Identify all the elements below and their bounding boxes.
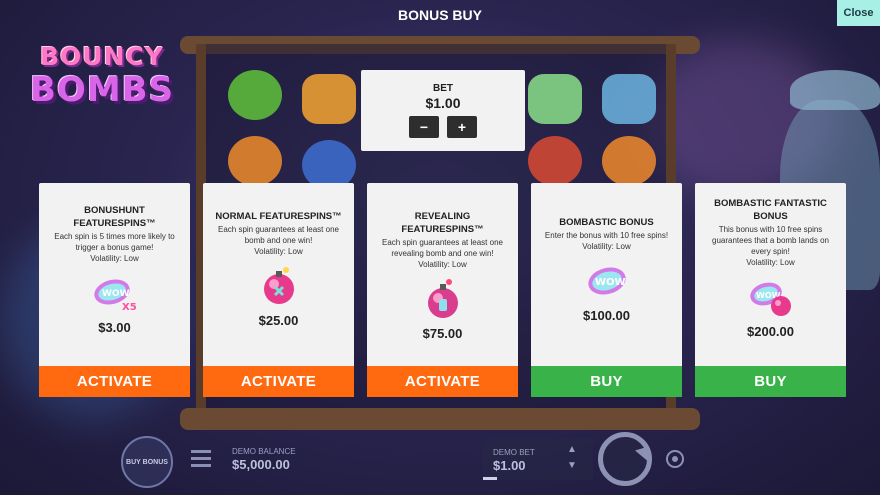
card-price: $3.00 (98, 320, 131, 335)
demo-bet-panel: DEMO BET $1.00 ▲ ▼ (483, 438, 593, 480)
wow-icon: WOW (584, 260, 630, 302)
card-volatility: Volatility: Low (582, 242, 631, 251)
buy-button-bombastic-fantastic[interactable]: BUY (695, 366, 846, 397)
bonus-card-normal: NORMAL FEATURESPINS™ Each spin guarantee… (203, 183, 354, 397)
bet-decrease-button[interactable]: − (409, 116, 439, 138)
bet-label: BET (433, 83, 453, 94)
demo-balance-value: $5,000.00 (232, 457, 290, 472)
game-logo: BOUNCY BOMBS (30, 40, 200, 112)
demo-bet-label: DEMO BET (493, 448, 535, 457)
chevron-up-icon[interactable]: ▲ (567, 444, 581, 456)
card-description: Each spin is 5 times more likely to trig… (54, 232, 175, 252)
bottom-control-bar: BUY BONUS DEMO BALANCE $5,000.00 DEMO BE… (0, 430, 880, 495)
logo-line2: BOMBS (30, 70, 175, 110)
card-description: Each spin guarantees at least one reveal… (382, 238, 503, 258)
menu-icon[interactable] (191, 450, 211, 468)
bonus-card-revealing: REVEALING FEATURESPINS™ Each spin guaran… (367, 183, 518, 397)
card-price: $200.00 (747, 324, 794, 339)
card-title: NORMAL FEATURESPINS™ (215, 211, 342, 222)
bonus-card-bonushunt: BONUSHUNT FEATURESPINS™ Each spin is 5 t… (39, 183, 190, 397)
revealing-bomb-icon (420, 278, 466, 320)
blue-jelly-symbol (602, 74, 656, 124)
svg-text:WOW: WOW (102, 289, 130, 299)
activate-button-normal[interactable]: ACTIVATE (203, 366, 354, 397)
card-volatility: Volatility: Low (746, 258, 795, 267)
red-fruit-symbol (528, 136, 582, 186)
wow-bomb-icon: WOW (748, 276, 794, 318)
card-title: REVEALING FEATURESPINS™ (401, 211, 484, 235)
bet-underline (483, 477, 497, 480)
card-description: Each spin guarantees at least one bomb a… (218, 225, 339, 245)
pink-bomb-icon (256, 265, 302, 307)
card-volatility: Volatility: Low (90, 254, 139, 263)
buy-bonus-button[interactable]: BUY BONUS (121, 436, 173, 488)
activate-button-bonushunt[interactable]: ACTIVATE (39, 366, 190, 397)
bet-value: $1.00 (425, 95, 461, 111)
autoplay-icon[interactable] (666, 450, 684, 468)
card-title: BONUSHUNT FEATURESPINS™ (73, 205, 156, 229)
svg-text:X5: X5 (122, 302, 137, 313)
demo-bet-value: $1.00 (493, 458, 526, 473)
activate-button-revealing[interactable]: ACTIVATE (367, 366, 518, 397)
orange-fruit-symbol (228, 136, 282, 186)
green-jelly-symbol (528, 74, 582, 124)
orange-fruit-symbol-2 (602, 136, 656, 186)
buy-button-bombastic[interactable]: BUY (531, 366, 682, 397)
card-price: $100.00 (583, 308, 630, 323)
card-title: BOMBASTIC FANTASTIC BONUS (714, 198, 827, 222)
close-button[interactable]: Close (837, 0, 880, 26)
svg-text:WOW: WOW (595, 277, 626, 288)
page-title: BONUS BUY (397, 7, 482, 23)
logo-line1: BOUNCY (40, 42, 164, 71)
card-description: Enter the bonus with 10 free spins! (544, 231, 669, 240)
bet-increase-button[interactable]: + (447, 116, 477, 138)
orange-jelly-symbol (302, 74, 356, 124)
chevron-down-icon[interactable]: ▼ (567, 460, 581, 472)
wow-x5-icon: WOW X5 (92, 272, 138, 314)
card-title: BOMBASTIC BONUS (559, 217, 654, 228)
bet-panel: BET $1.00 − + (361, 70, 525, 151)
bonus-card-bombastic-fantastic: BOMBASTIC FANTASTIC BONUS This bonus wit… (695, 183, 846, 397)
card-description: This bonus with 10 free spins guarantees… (712, 225, 829, 256)
card-price: $25.00 (258, 313, 299, 328)
green-fruit-symbol (228, 70, 282, 120)
card-volatility: Volatility: Low (254, 247, 303, 256)
spin-button[interactable] (598, 432, 652, 486)
wood-beam-bottom (180, 408, 700, 430)
demo-balance-label: DEMO BALANCE (232, 447, 296, 456)
card-price: $75.00 (422, 326, 463, 341)
card-volatility: Volatility: Low (418, 260, 467, 269)
bonus-card-bombastic: BOMBASTIC BONUS Enter the bonus with 10 … (531, 183, 682, 397)
